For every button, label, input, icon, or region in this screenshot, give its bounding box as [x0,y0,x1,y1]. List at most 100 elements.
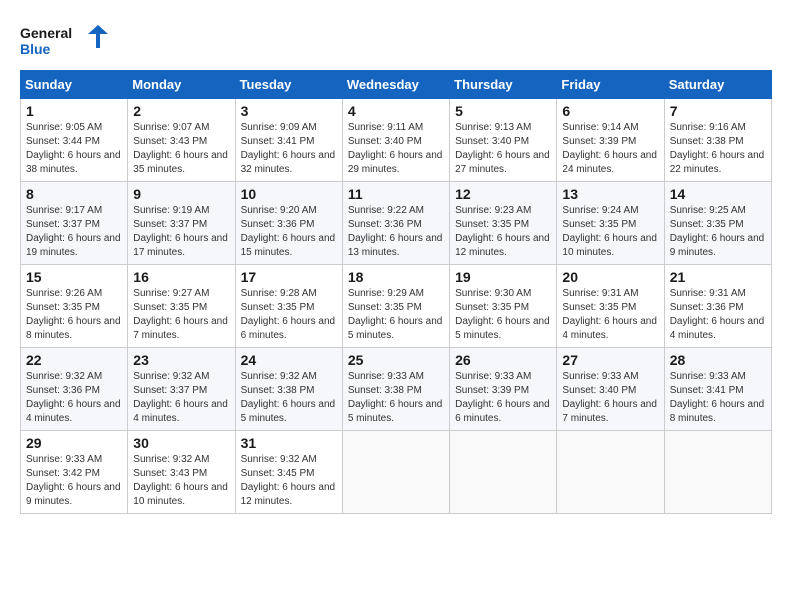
svg-text:General: General [20,25,72,41]
day-number: 26 [455,352,551,368]
calendar-cell: 24 Sunrise: 9:32 AM Sunset: 3:38 PM Dayli… [235,348,342,431]
day-info: Sunrise: 9:31 AM Sunset: 3:36 PM Dayligh… [670,287,766,343]
calendar-cell: 12 Sunrise: 9:23 AM Sunset: 3:35 PM Dayli… [450,182,557,265]
weekday-header-tuesday: Tuesday [235,71,342,99]
calendar-cell: 11 Sunrise: 9:22 AM Sunset: 3:36 PM Dayli… [342,182,449,265]
logo-icon: General Blue [20,20,110,60]
day-number: 17 [241,269,337,285]
day-info: Sunrise: 9:24 AM Sunset: 3:35 PM Dayligh… [562,204,658,260]
day-number: 12 [455,186,551,202]
day-number: 9 [133,186,229,202]
day-info: Sunrise: 9:23 AM Sunset: 3:35 PM Dayligh… [455,204,551,260]
day-number: 11 [348,186,444,202]
day-info: Sunrise: 9:32 AM Sunset: 3:45 PM Dayligh… [241,453,337,509]
calendar-cell: 22Sunrise: 9:32 AM Sunset: 3:36 PM Dayli… [21,348,128,431]
calendar-cell: 20Sunrise: 9:31 AM Sunset: 3:35 PM Dayli… [557,265,664,348]
day-info: Sunrise: 9:25 AM Sunset: 3:35 PM Dayligh… [670,204,766,260]
weekday-header-monday: Monday [128,71,235,99]
weekday-header-saturday: Saturday [664,71,771,99]
day-number: 15 [26,269,122,285]
day-info: Sunrise: 9:33 AM Sunset: 3:42 PM Dayligh… [26,453,122,509]
day-number: 31 [241,435,337,451]
calendar-cell [557,431,664,514]
calendar-table: SundayMondayTuesdayWednesdayThursdayFrid… [20,70,772,514]
day-info: Sunrise: 9:20 AM Sunset: 3:36 PM Dayligh… [241,204,337,260]
day-info: Sunrise: 9:16 AM Sunset: 3:38 PM Dayligh… [670,121,766,177]
day-number: 2 [133,103,229,119]
day-info: Sunrise: 9:29 AM Sunset: 3:35 PM Dayligh… [348,287,444,343]
day-number: 7 [670,103,766,119]
day-info: Sunrise: 9:07 AM Sunset: 3:43 PM Dayligh… [133,121,229,177]
day-number: 10 [241,186,337,202]
calendar-cell: 2 Sunrise: 9:07 AM Sunset: 3:43 PM Daylig… [128,99,235,182]
calendar-cell: 29 Sunrise: 9:33 AM Sunset: 3:42 PM Dayli… [21,431,128,514]
day-info: Sunrise: 9:09 AM Sunset: 3:41 PM Dayligh… [241,121,337,177]
calendar-cell: 27 Sunrise: 9:33 AM Sunset: 3:40 PM Dayli… [557,348,664,431]
calendar-cell: 26 Sunrise: 9:33 AM Sunset: 3:39 PM Dayli… [450,348,557,431]
day-info: Sunrise: 9:11 AM Sunset: 3:40 PM Dayligh… [348,121,444,177]
day-info: Sunrise: 9:26 AM Sunset: 3:35 PM Dayligh… [26,287,122,343]
day-number: 3 [241,103,337,119]
calendar-cell: 19 Sunrise: 9:30 AM Sunset: 3:35 PM Dayli… [450,265,557,348]
calendar-cell: 15 Sunrise: 9:26 AM Sunset: 3:35 PM Dayli… [21,265,128,348]
calendar-cell: 28Sunrise: 9:33 AM Sunset: 3:41 PM Dayli… [664,348,771,431]
calendar-cell: 5 Sunrise: 9:13 AM Sunset: 3:40 PM Daylig… [450,99,557,182]
calendar-cell: 25Sunrise: 9:33 AM Sunset: 3:38 PM Dayli… [342,348,449,431]
day-number: 16 [133,269,229,285]
calendar-cell [342,431,449,514]
day-info: Sunrise: 9:28 AM Sunset: 3:35 PM Dayligh… [241,287,337,343]
calendar-cell: 6 Sunrise: 9:14 AM Sunset: 3:39 PM Daylig… [557,99,664,182]
day-info: Sunrise: 9:30 AM Sunset: 3:35 PM Dayligh… [455,287,551,343]
day-info: Sunrise: 9:14 AM Sunset: 3:39 PM Dayligh… [562,121,658,177]
calendar-cell [450,431,557,514]
page-header: General Blue [20,20,772,60]
day-number: 20 [562,269,658,285]
day-info: Sunrise: 9:32 AM Sunset: 3:37 PM Dayligh… [133,370,229,426]
day-number: 28 [670,352,766,368]
weekday-header-thursday: Thursday [450,71,557,99]
calendar-cell: 10 Sunrise: 9:20 AM Sunset: 3:36 PM Dayli… [235,182,342,265]
day-info: Sunrise: 9:13 AM Sunset: 3:40 PM Dayligh… [455,121,551,177]
day-info: Sunrise: 9:19 AM Sunset: 3:37 PM Dayligh… [133,204,229,260]
weekday-header-sunday: Sunday [21,71,128,99]
calendar-cell: 21 Sunrise: 9:31 AM Sunset: 3:36 PM Dayli… [664,265,771,348]
day-number: 24 [241,352,337,368]
day-number: 18 [348,269,444,285]
day-info: Sunrise: 9:17 AM Sunset: 3:37 PM Dayligh… [26,204,122,260]
day-info: Sunrise: 9:32 AM Sunset: 3:38 PM Dayligh… [241,370,337,426]
day-number: 29 [26,435,122,451]
day-number: 19 [455,269,551,285]
day-info: Sunrise: 9:22 AM Sunset: 3:36 PM Dayligh… [348,204,444,260]
calendar-cell: 3 Sunrise: 9:09 AM Sunset: 3:41 PM Daylig… [235,99,342,182]
day-number: 6 [562,103,658,119]
calendar-cell: 13 Sunrise: 9:24 AM Sunset: 3:35 PM Dayli… [557,182,664,265]
day-number: 27 [562,352,658,368]
day-number: 25 [348,352,444,368]
day-number: 21 [670,269,766,285]
day-number: 13 [562,186,658,202]
svg-text:Blue: Blue [20,41,51,57]
calendar-cell: 23 Sunrise: 9:32 AM Sunset: 3:37 PM Dayli… [128,348,235,431]
calendar-cell: 16 Sunrise: 9:27 AM Sunset: 3:35 PM Dayli… [128,265,235,348]
calendar-cell: 1 Sunrise: 9:05 AM Sunset: 3:44 PM Daylig… [21,99,128,182]
day-number: 1 [26,103,122,119]
day-number: 30 [133,435,229,451]
day-info: Sunrise: 9:05 AM Sunset: 3:44 PM Dayligh… [26,121,122,177]
logo: General Blue [20,20,110,60]
day-number: 4 [348,103,444,119]
day-number: 5 [455,103,551,119]
calendar-cell: 30Sunrise: 9:32 AM Sunset: 3:43 PM Dayli… [128,431,235,514]
day-number: 23 [133,352,229,368]
day-info: Sunrise: 9:33 AM Sunset: 3:39 PM Dayligh… [455,370,551,426]
calendar-cell: 17 Sunrise: 9:28 AM Sunset: 3:35 PM Dayli… [235,265,342,348]
day-number: 8 [26,186,122,202]
calendar-cell: 18 Sunrise: 9:29 AM Sunset: 3:35 PM Dayli… [342,265,449,348]
day-info: Sunrise: 9:32 AM Sunset: 3:36 PM Dayligh… [26,370,122,426]
weekday-header-wednesday: Wednesday [342,71,449,99]
day-info: Sunrise: 9:27 AM Sunset: 3:35 PM Dayligh… [133,287,229,343]
calendar-cell: 31 Sunrise: 9:32 AM Sunset: 3:45 PM Dayli… [235,431,342,514]
calendar-cell: 4 Sunrise: 9:11 AM Sunset: 3:40 PM Daylig… [342,99,449,182]
calendar-cell: 8 Sunrise: 9:17 AM Sunset: 3:37 PM Daylig… [21,182,128,265]
day-info: Sunrise: 9:33 AM Sunset: 3:40 PM Dayligh… [562,370,658,426]
calendar-cell: 7 Sunrise: 9:16 AM Sunset: 3:38 PM Daylig… [664,99,771,182]
